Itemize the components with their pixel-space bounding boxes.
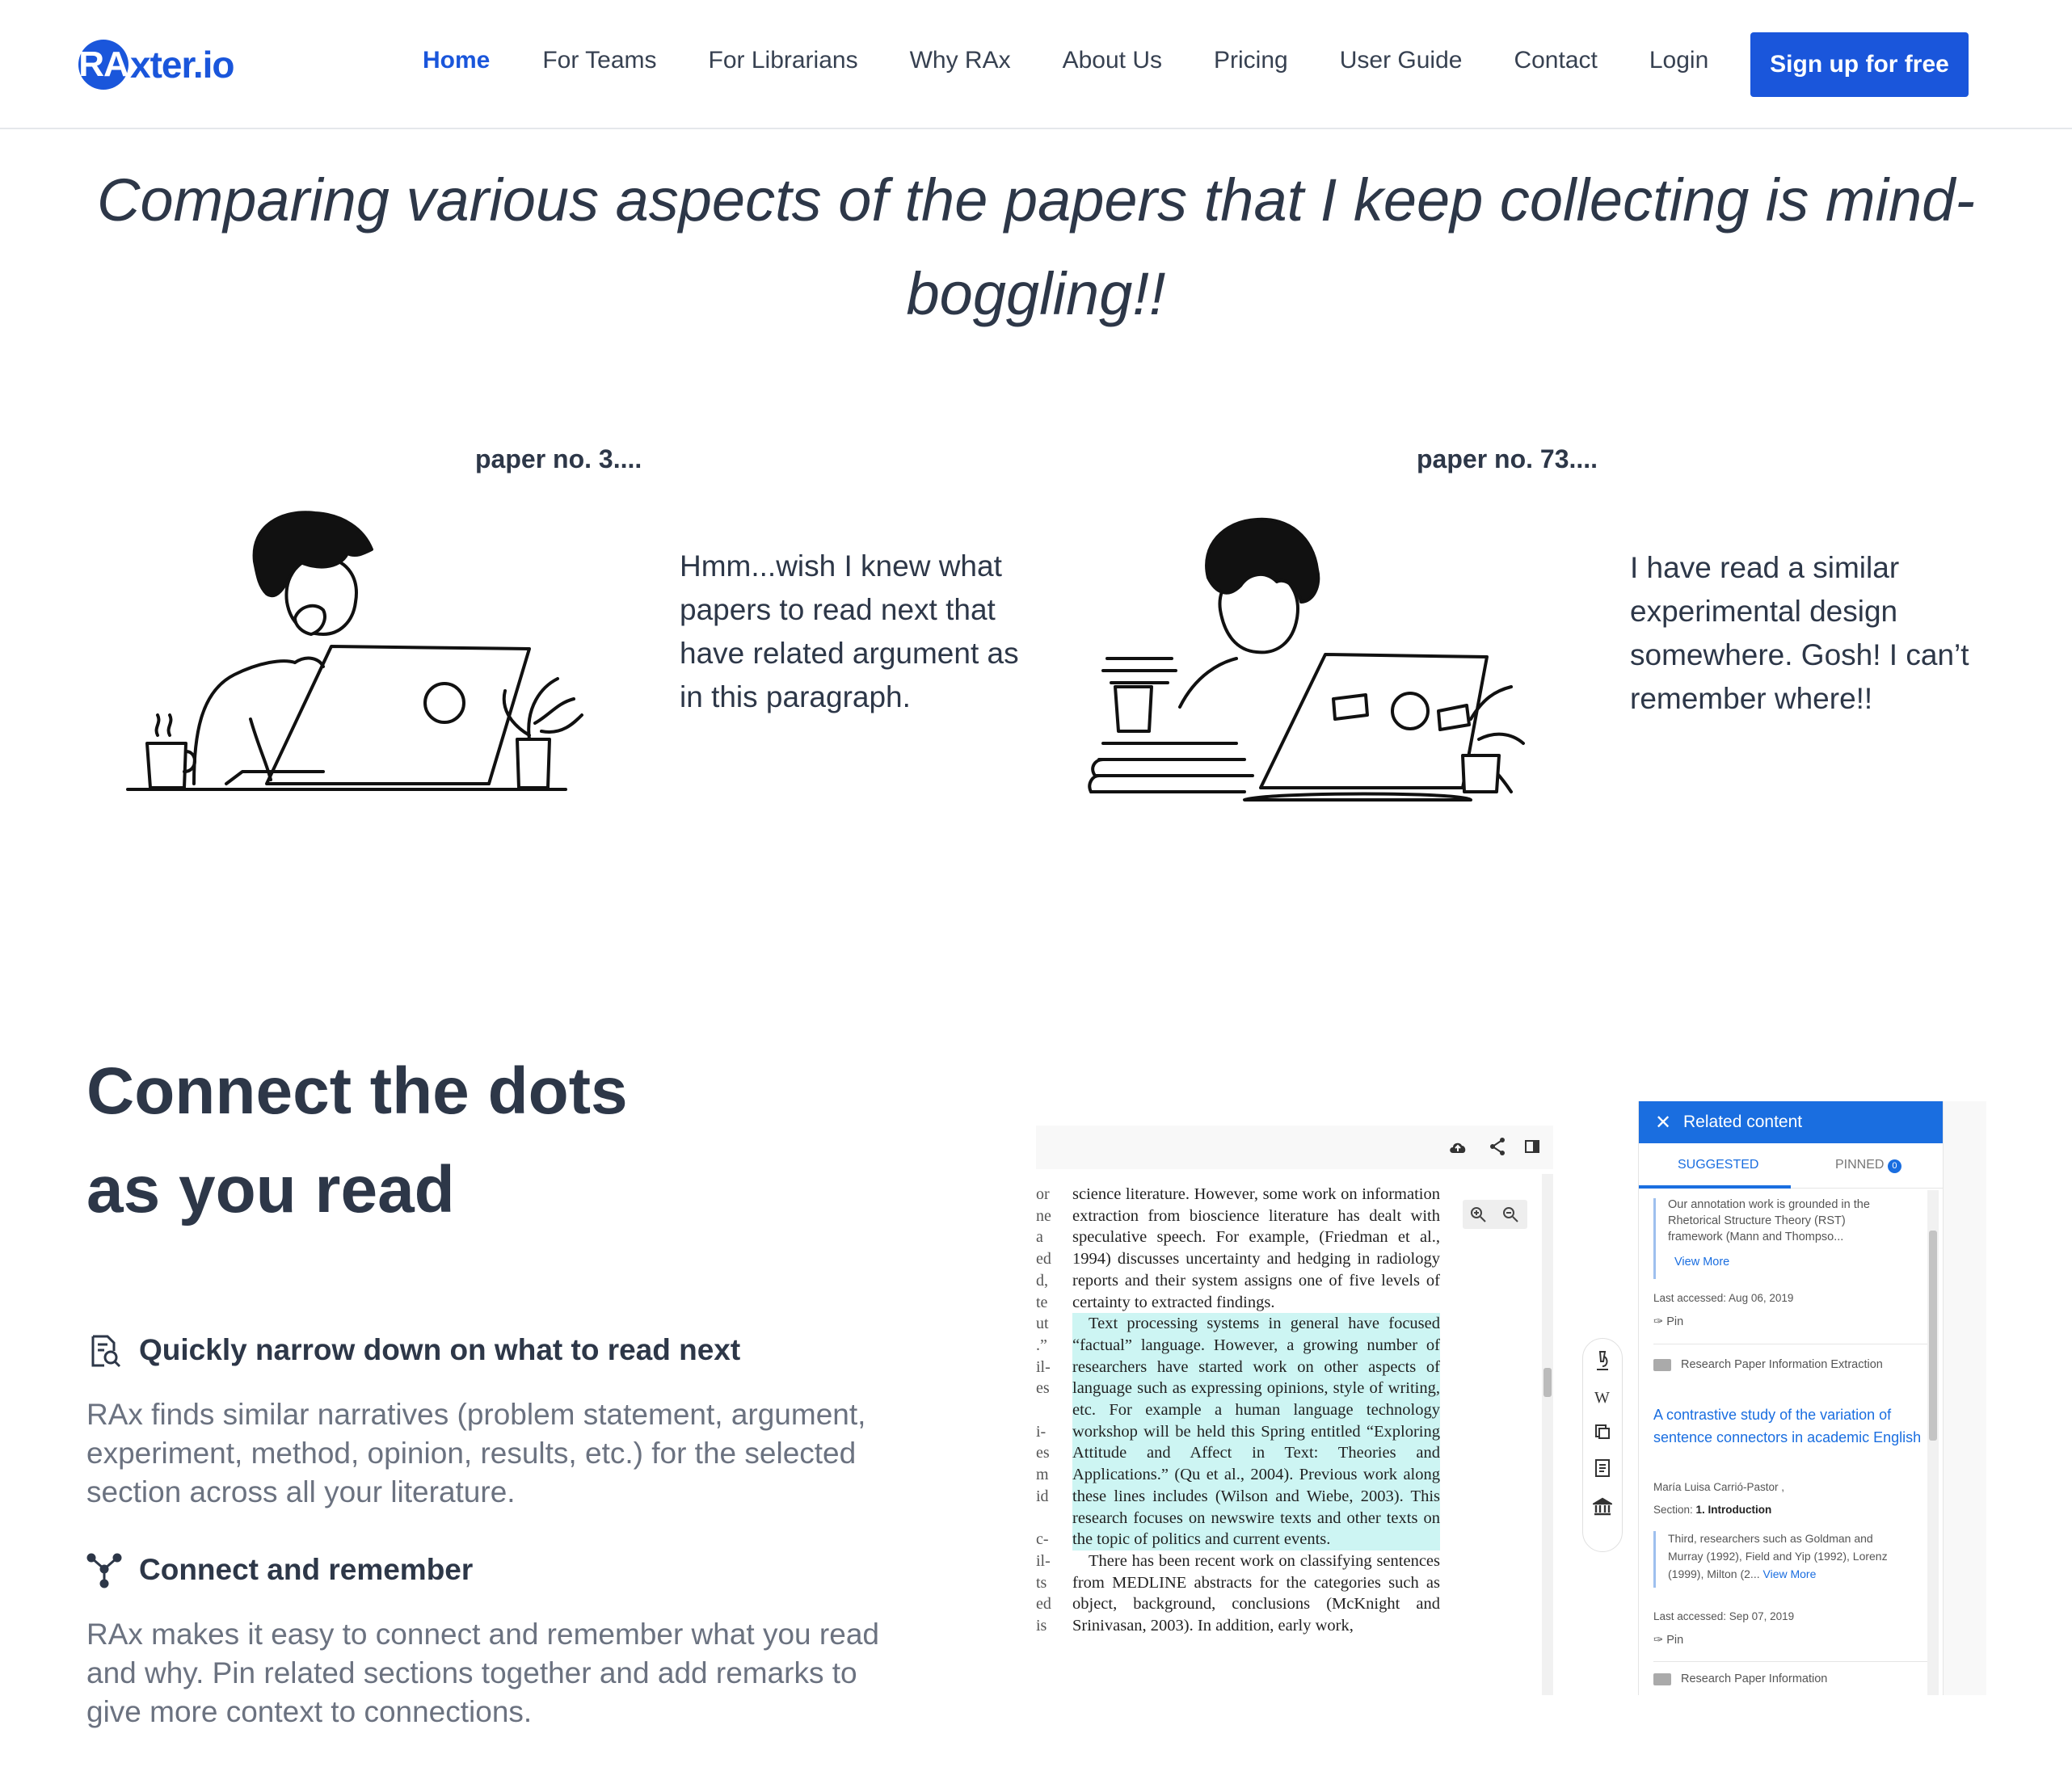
pin-button-1[interactable]: ✑ Pin <box>1653 1313 1683 1332</box>
snippet-bar-2 <box>1653 1531 1656 1588</box>
panel-tabs: SUGGESTED PINNED 0 <box>1639 1143 1944 1189</box>
document-search-icon <box>91 1335 121 1368</box>
pinned-count-badge: 0 <box>1887 1159 1901 1173</box>
view-more-link[interactable]: View More <box>1674 1253 1729 1272</box>
left-column-margin: or ne a ed d, te ut.” il-es i-es m id c-il-ts ed is <box>1036 1185 1051 1635</box>
nav-links: Home For Teams For Librarians Why RAx Ab… <box>423 47 1708 74</box>
related-content-header: ✕ Related content <box>1639 1101 1944 1143</box>
nav-home[interactable]: Home <box>423 47 490 74</box>
tab-underline <box>1639 1185 1791 1189</box>
screenshot-right-edge <box>1943 1101 1986 1695</box>
copy-icon[interactable] <box>1594 1423 1611 1441</box>
library-icon[interactable] <box>1593 1497 1612 1517</box>
folder-2: Research Paper Information <box>1653 1670 1896 1689</box>
feature-1-desc: RAx finds similar narratives (problem st… <box>86 1398 866 1508</box>
pdf-highlighted-paragraph[interactable]: Text processing systems in general have … <box>1072 1313 1440 1550</box>
stressed-person-illustration <box>1088 517 1525 802</box>
pdf-scrollbar-thumb[interactable] <box>1543 1368 1552 1397</box>
zoom-out-icon[interactable] <box>1501 1205 1519 1223</box>
nav-for-librarians[interactable]: For Librarians <box>709 47 858 74</box>
nav-why-rax[interactable]: Why RAx <box>910 47 1011 74</box>
logo-rest-text: xter.io <box>130 44 235 86</box>
paper-3-quote: Hmm...wish I knew what papers to read ne… <box>680 549 1019 713</box>
wikipedia-icon[interactable]: W <box>1593 1389 1612 1405</box>
paper-3-title: paper no. 3.... <box>475 444 642 473</box>
svg-text:W: W <box>1594 1389 1610 1405</box>
paper-author: María Luisa Carrió-Pastor , <box>1653 1481 1785 1493</box>
section-heading-line2: as you read <box>86 1153 455 1226</box>
raxter-logo[interactable]: RA xter.io <box>78 39 235 90</box>
product-screenshot: or ne a ed d, te ut.” il-es i-es m id c-il-ts ed is s… <box>1036 1101 1986 1695</box>
share-icon[interactable] <box>1489 1137 1506 1156</box>
paper-section: Section: 1. Introduction <box>1653 1504 1772 1516</box>
zoom-in-icon[interactable] <box>1469 1205 1487 1223</box>
section-heading: Connect the dots as you read <box>86 1042 814 1239</box>
cloud-upload-icon[interactable] <box>1448 1138 1468 1155</box>
close-icon[interactable]: ✕ <box>1655 1111 1671 1134</box>
sidebar-toggle-icon[interactable] <box>1524 1138 1540 1155</box>
pdf-toolbar <box>1036 1126 1553 1169</box>
notes-icon[interactable] <box>1594 1458 1611 1478</box>
pdf-scrollbar[interactable] <box>1542 1174 1553 1695</box>
last-accessed-2: Last accessed: Sep 07, 2019 <box>1653 1610 1795 1622</box>
nav-login[interactable]: Login <box>1649 47 1708 74</box>
zoom-controls <box>1463 1200 1527 1229</box>
pdf-viewer: or ne a ed d, te ut.” il-es i-es m id c-il-ts ed is s… <box>1036 1126 1553 1695</box>
tab-pinned[interactable]: PINNED 0 <box>1835 1158 1901 1173</box>
snippet-bar <box>1653 1198 1656 1279</box>
related-content-title: Related content <box>1683 1113 1803 1131</box>
logo-ra-text: RA <box>78 44 129 84</box>
feature-2-title: Connect and remember <box>139 1553 474 1586</box>
network-nodes-icon <box>86 1553 122 1588</box>
snippet-1: Our annotation work is grounded in the R… <box>1668 1198 1870 1243</box>
paper-73-quote: I have read a similar experimental desig… <box>1630 551 1969 715</box>
related-content-panel: ✕ Related content SUGGESTED PINNED 0 Our… <box>1638 1101 1944 1695</box>
microscope-icon[interactable] <box>1594 1350 1611 1371</box>
view-more-link-2[interactable]: View More <box>1763 1567 1817 1580</box>
section-heading-line1: Connect the dots <box>86 1054 628 1128</box>
logo-circle-icon: RA <box>78 40 129 90</box>
pdf-paragraph-3: There has been recent work on classifyin… <box>1072 1551 1440 1635</box>
tab-suggested[interactable]: SUGGESTED <box>1678 1158 1758 1172</box>
nav-about-us[interactable]: About Us <box>1063 47 1162 74</box>
nav-for-teams[interactable]: For Teams <box>542 47 656 74</box>
paper-73-title: paper no. 73.... <box>1417 444 1598 473</box>
pin-icon: ✑ <box>1653 1634 1664 1647</box>
nav-pricing[interactable]: Pricing <box>1214 47 1288 74</box>
panel-scrollbar-thumb[interactable] <box>1929 1231 1937 1441</box>
folder-icon <box>1653 1358 1671 1371</box>
rax-side-toolbar: W <box>1582 1338 1623 1552</box>
snippet-2: Third, researchers such as Goldman and M… <box>1668 1532 1888 1580</box>
folder-1: Research Paper Information Extraction <box>1653 1353 1896 1376</box>
feature-2-desc: RAx makes it easy to connect and remembe… <box>86 1618 879 1728</box>
pin-icon: ✑ <box>1653 1315 1664 1328</box>
signup-button[interactable]: Sign up for free <box>1750 32 1969 97</box>
pdf-page-text[interactable]: science literature. However, some work o… <box>1072 1184 1440 1637</box>
last-accessed-1: Last accessed: Aug 06, 2019 <box>1653 1292 1794 1304</box>
nav-contact[interactable]: Contact <box>1514 47 1597 74</box>
pin-button-2[interactable]: ✑ Pin <box>1653 1631 1683 1650</box>
pdf-paragraph-1: science literature. However, some work o… <box>1072 1185 1440 1311</box>
divider <box>1653 1661 1928 1662</box>
hero-headline: Comparing various aspects of the papers … <box>97 166 1975 327</box>
top-navbar: RA xter.io Home For Teams For Librarians… <box>0 0 2072 129</box>
person-laptop-illustration <box>126 511 583 791</box>
nav-user-guide[interactable]: User Guide <box>1340 47 1463 74</box>
feature-1-title: Quickly narrow down on what to read next <box>139 1333 741 1366</box>
folder-icon <box>1653 1672 1671 1685</box>
related-paper-title[interactable]: A contrastive study of the variation of … <box>1653 1403 1928 1449</box>
